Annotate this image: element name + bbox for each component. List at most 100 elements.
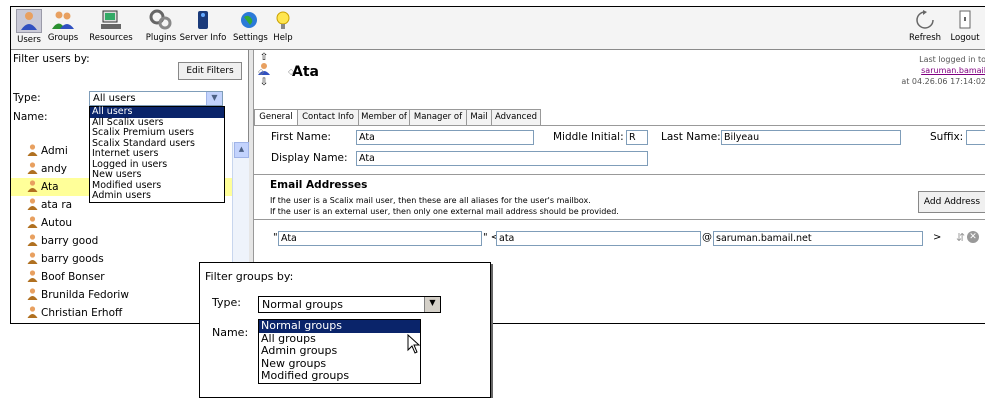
display-name-field[interactable]: Ata	[356, 151, 648, 166]
user-list-item[interactable]: Ata	[27, 178, 59, 196]
server-info-toolbar-button[interactable]: Server Info	[179, 9, 227, 43]
user-name: andy	[41, 163, 67, 175]
arrow-down-icon[interactable]: ⇩	[256, 78, 272, 88]
users-label: Users	[17, 35, 41, 45]
email-note-2: If the user is an external user, then on…	[270, 207, 619, 216]
email-local-field[interactable]: ata	[496, 231, 701, 246]
groups-filter-inset: Filter groups by: Type: Normal groups ▼ …	[199, 262, 491, 398]
users-toolbar-button[interactable]: Users	[15, 9, 43, 45]
last-logged-label: Last logged in to	[919, 55, 985, 64]
last-login-info: Last logged in to saruman.bamail at 04.2…	[856, 54, 985, 87]
user-icon	[27, 180, 38, 192]
at-sign: @	[702, 232, 712, 243]
user-list-item[interactable]: andy	[27, 160, 67, 178]
user-name: Autou	[41, 217, 73, 229]
logout-icon	[959, 10, 971, 29]
first-name-field[interactable]: Ata	[356, 130, 534, 145]
groups-name-label: Name:	[212, 326, 249, 339]
filter-title: Filter users by:	[13, 53, 90, 65]
user-list-item[interactable]: ata ra	[27, 196, 72, 214]
tab-member-of[interactable]: Member of	[358, 109, 410, 126]
name-label: Name:	[13, 111, 48, 123]
arrow-up-icon[interactable]: ⇧	[256, 53, 272, 63]
plugins-label: Plugins	[145, 33, 177, 43]
middle-initial-label: Middle Initial:	[553, 131, 624, 143]
group-type-option[interactable]: Admin groups	[259, 344, 420, 358]
user-type-option[interactable]: New users	[90, 169, 224, 181]
groups-type-select[interactable]: Normal groups ▼	[258, 296, 441, 313]
user-type-option[interactable]: Internet users	[90, 148, 224, 160]
user-list-item[interactable]: Christian Erhoff	[27, 304, 122, 322]
last-name-label: Last Name:	[661, 131, 721, 143]
user-list-item[interactable]: Autou	[27, 214, 72, 232]
user-type-select[interactable]: All users ▼	[89, 91, 223, 106]
last-login-timestamp: at 04.26.06 17:14:02	[901, 77, 985, 86]
resources-icon	[101, 10, 121, 29]
server-info-icon	[198, 11, 208, 29]
user-icon	[27, 306, 38, 318]
add-address-button[interactable]: Add Address	[918, 191, 985, 213]
settings-toolbar-button[interactable]: Settings	[233, 9, 268, 43]
resources-label: Resources	[89, 33, 133, 43]
delete-address-icon[interactable]: ✕	[967, 231, 979, 243]
server-link[interactable]: saruman.bamail	[856, 65, 985, 76]
edit-filters-button[interactable]: Edit Filters	[178, 62, 242, 80]
suffix-label: Suffix:	[930, 131, 964, 143]
groups-filter-title: Filter groups by:	[205, 270, 294, 283]
user-list-item[interactable]: Brunilda Fedoriw	[27, 286, 129, 304]
logout-label: Logout	[950, 33, 980, 43]
chevron-down-icon[interactable]: ▼	[206, 92, 222, 105]
email-domain-field[interactable]: saruman.bamail.net	[713, 231, 923, 246]
user-list-item[interactable]: Boof Bonser	[27, 268, 105, 286]
user-list-item[interactable]: barry good	[27, 232, 98, 250]
groups-toolbar-button[interactable]: Groups	[45, 9, 81, 43]
settings-label: Settings	[233, 33, 268, 43]
user-icon	[27, 162, 38, 174]
tab-advanced[interactable]: Advanced	[491, 109, 541, 126]
email-display-field[interactable]: Ata	[278, 231, 482, 246]
section-divider	[254, 174, 985, 175]
scroll-up-icon[interactable]: ▲	[234, 142, 249, 158]
display-name-label: Display Name:	[271, 152, 348, 164]
groups-type-label: Type:	[212, 296, 241, 309]
tab-contact-info[interactable]: Contact Info	[297, 109, 359, 126]
user-type-option[interactable]: Admin users	[90, 190, 224, 202]
help-label: Help	[273, 33, 293, 43]
user-name: ata ra	[41, 199, 73, 211]
resources-toolbar-button[interactable]: Resources	[85, 9, 137, 43]
user-list-item[interactable]: Admi	[27, 142, 68, 160]
user-type-options: All users All Scalix users Scalix Premium …	[89, 106, 225, 203]
logout-button[interactable]: Logout	[945, 9, 985, 43]
plugins-toolbar-button[interactable]: Plugins	[143, 9, 179, 43]
group-type-option[interactable]: Normal groups	[259, 319, 420, 333]
user-icon	[27, 144, 38, 156]
reorder-icon[interactable]: ⇵	[956, 231, 965, 244]
user-name: Boof Bonser	[41, 271, 105, 283]
type-label: Type:	[13, 92, 41, 104]
user-icon	[27, 288, 38, 300]
user-list-item[interactable]: barry goods	[27, 250, 104, 268]
user-type-option[interactable]: All users	[90, 106, 224, 118]
help-icon	[276, 11, 290, 29]
last-name-field[interactable]: Bilyeau	[721, 130, 901, 145]
user-type-option[interactable]: Scalix Premium users	[90, 127, 224, 139]
chevron-down-icon[interactable]: ▼	[424, 297, 440, 312]
settings-icon	[241, 12, 257, 28]
tab-general[interactable]: General	[254, 109, 298, 126]
tab-mail[interactable]: Mail	[466, 109, 492, 126]
suffix-field[interactable]	[966, 130, 985, 145]
arrow-left-icon[interactable]: ◇	[258, 67, 264, 76]
user-icon	[27, 234, 38, 246]
main-toolbar: Users Groups Resources Plugins Server In…	[11, 7, 985, 50]
user-name: Ata	[41, 181, 59, 193]
tab-manager-of[interactable]: Manager of	[409, 109, 467, 126]
help-toolbar-button[interactable]: Help	[269, 9, 297, 43]
tab-divider	[254, 125, 985, 126]
user-name: barry goods	[41, 253, 104, 265]
middle-initial-field[interactable]: R	[626, 130, 648, 145]
user-icon	[27, 198, 38, 210]
refresh-button[interactable]: Refresh	[905, 9, 945, 43]
user-type-value: All users	[93, 93, 136, 104]
user-name: Christian Erhoff	[41, 307, 123, 319]
group-type-option[interactable]: Modified groups	[259, 369, 420, 383]
